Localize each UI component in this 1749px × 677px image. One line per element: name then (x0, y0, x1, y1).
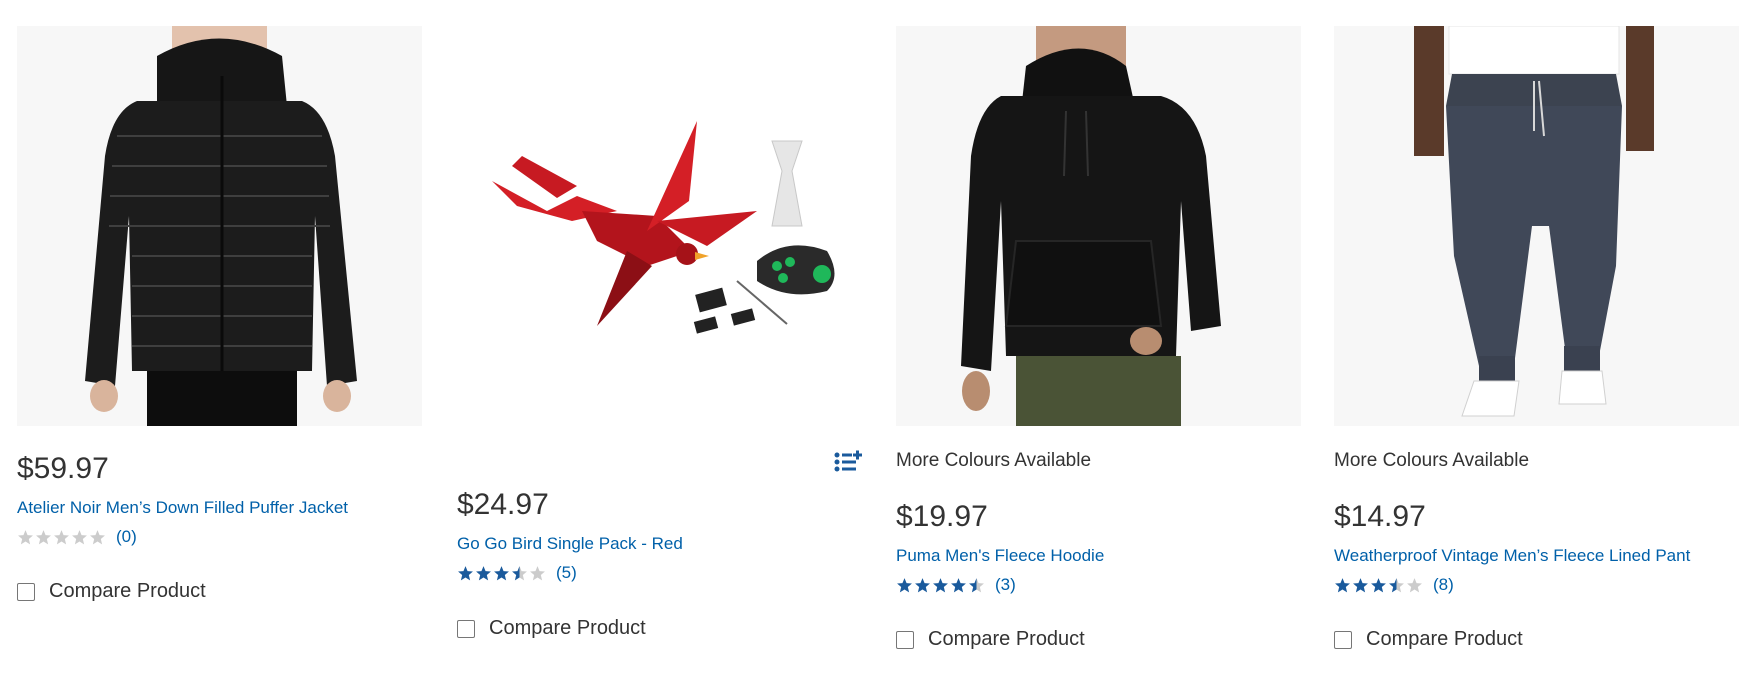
star-icon (530, 565, 545, 580)
puffer-jacket-image (17, 26, 422, 426)
add-to-list-icon[interactable] (834, 450, 862, 474)
star-icon (18, 529, 33, 544)
star-icon (36, 529, 51, 544)
compare-product-checkbox[interactable]: Compare Product (896, 628, 1085, 651)
product-card: $24.97 Go Go Bird Single Pack - Red (5) … (457, 0, 862, 677)
star-rating (896, 577, 985, 594)
product-title-link[interactable]: Puma Men's Fleece Hoodie (896, 546, 1104, 566)
more-colours-text: More Colours Available (1334, 450, 1530, 471)
fleece-hoodie-image (896, 26, 1301, 426)
product-title-link[interactable]: Weatherproof Vintage Men’s Fleece Lined … (1334, 546, 1690, 566)
product-image[interactable] (1334, 26, 1739, 426)
product-card: More Colours Available $14.97 Weatherpro… (1334, 0, 1739, 677)
star-icon (1389, 577, 1404, 592)
product-card: More Colours Available $19.97 Puma Men's… (896, 0, 1301, 677)
more-colours-text: More Colours Available (896, 450, 1092, 471)
product-card: $59.97 Atelier Noir Men’s Down Filled Pu… (17, 0, 422, 677)
product-rating: (0) (17, 527, 137, 547)
product-rating: (3) (896, 575, 1016, 595)
product-title-link[interactable]: Go Go Bird Single Pack - Red (457, 534, 683, 554)
star-icon (90, 529, 105, 544)
star-rating (1334, 577, 1423, 594)
compare-label: Compare Product (489, 617, 646, 639)
compare-product-checkbox[interactable]: Compare Product (17, 580, 206, 603)
product-image[interactable] (896, 26, 1301, 426)
fleece-lined-pant-image (1334, 26, 1739, 426)
product-rating: (5) (457, 563, 577, 583)
compare-label: Compare Product (1366, 628, 1523, 650)
star-icon (476, 565, 491, 580)
review-count-link[interactable]: (8) (1433, 575, 1454, 595)
star-icon (458, 565, 473, 580)
star-icon (54, 529, 69, 544)
product-image[interactable] (457, 26, 862, 426)
checkbox[interactable] (896, 630, 914, 649)
compare-product-checkbox[interactable]: Compare Product (457, 617, 646, 640)
compare-product-checkbox[interactable]: Compare Product (1334, 628, 1523, 651)
star-icon (1407, 577, 1422, 592)
review-count-link[interactable]: (5) (556, 563, 577, 583)
review-count-link[interactable]: (3) (995, 575, 1016, 595)
product-price: $24.97 (457, 488, 549, 521)
star-rating (457, 565, 546, 582)
star-icon (933, 577, 948, 592)
product-rating: (8) (1334, 575, 1454, 595)
checkbox[interactable] (1334, 630, 1352, 649)
star-icon (1353, 577, 1368, 592)
product-price: $19.97 (896, 500, 988, 533)
star-icon (897, 577, 912, 592)
star-icon (512, 565, 527, 580)
star-icon (72, 529, 87, 544)
star-icon (494, 565, 509, 580)
product-title-link[interactable]: Atelier Noir Men’s Down Filled Puffer Ja… (17, 498, 348, 518)
product-price: $14.97 (1334, 500, 1426, 533)
star-icon (951, 577, 966, 592)
star-rating (17, 529, 106, 546)
star-icon (969, 577, 984, 592)
product-image[interactable] (17, 26, 422, 426)
compare-label: Compare Product (49, 580, 206, 602)
review-count-link[interactable]: (0) (116, 527, 137, 547)
checkbox[interactable] (457, 619, 475, 638)
star-icon (1335, 577, 1350, 592)
star-icon (1371, 577, 1386, 592)
product-grid: $59.97 Atelier Noir Men’s Down Filled Pu… (0, 0, 1749, 677)
compare-label: Compare Product (928, 628, 1085, 650)
product-price: $59.97 (17, 452, 109, 485)
checkbox[interactable] (17, 582, 35, 601)
star-icon (915, 577, 930, 592)
go-go-bird-image (457, 26, 862, 426)
